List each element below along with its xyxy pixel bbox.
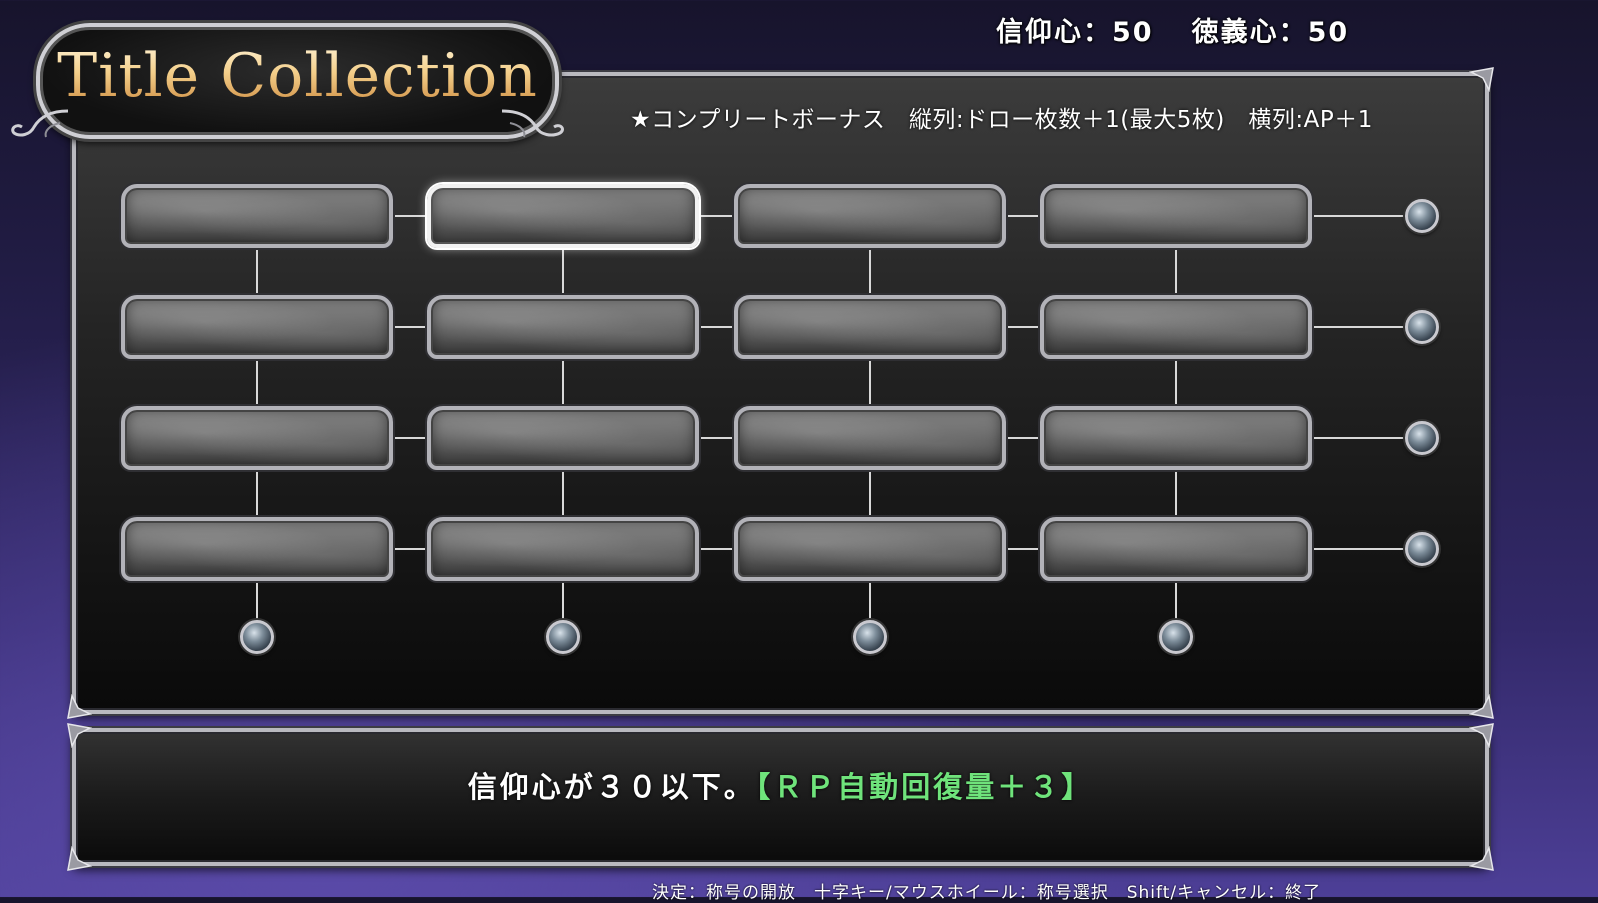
title-slot[interactable] — [1040, 406, 1312, 470]
title-slot[interactable] — [427, 295, 699, 359]
column-connector — [562, 359, 564, 406]
title-slot[interactable] — [734, 184, 1006, 248]
title-slot[interactable] — [121, 406, 393, 470]
controls-help: 決定：称号の開放 十字キー/マウスホイール：称号選択 Shift/キャンセル：終… — [652, 883, 1322, 903]
row-connector — [1006, 548, 1040, 550]
row-connector — [699, 437, 734, 439]
column-bonus-orb-icon — [240, 620, 274, 654]
column-connector — [256, 470, 258, 517]
title-slot[interactable] — [427, 517, 699, 581]
column-bonus-orb-icon — [853, 620, 887, 654]
description-bonus: 【ＲＰ自動回復量＋３】 — [755, 770, 1094, 804]
ornate-corner-icon — [1469, 722, 1495, 748]
row-bonus-orb-icon — [1405, 310, 1439, 344]
row-connector — [1006, 215, 1040, 217]
column-bonus-orb-icon — [546, 620, 580, 654]
row-connector — [699, 326, 734, 328]
ornate-corner-icon — [1469, 846, 1495, 872]
row-bonus-orb-icon — [1405, 421, 1439, 455]
status-readout: 信仰心：50 徳義心：50 — [996, 10, 1349, 49]
row-connector — [393, 326, 427, 328]
ornate-corner-icon — [66, 694, 92, 720]
column-bonus-orb-icon — [1159, 620, 1193, 654]
faith-label: 信仰心： — [996, 17, 1112, 48]
row-connector — [699, 548, 734, 550]
title-slot[interactable] — [121, 184, 393, 248]
column-connector — [256, 581, 258, 620]
row-connector — [393, 437, 427, 439]
description-panel: 信仰心が３０以下。【ＲＰ自動回復量＋３】 — [67, 723, 1494, 871]
row-connector — [1312, 548, 1405, 550]
title-slot[interactable] — [427, 406, 699, 470]
column-connector — [562, 470, 564, 517]
row-connector — [699, 215, 734, 217]
column-connector — [1175, 470, 1177, 517]
row-connector — [1312, 215, 1405, 217]
faith-value: 50 — [1112, 17, 1154, 48]
ornate-corner-icon — [1469, 66, 1495, 92]
title-slot[interactable] — [734, 517, 1006, 581]
row-bonus-orb-icon — [1405, 199, 1439, 233]
row-connector — [1006, 326, 1040, 328]
title-slot[interactable] — [427, 184, 699, 248]
row-connector — [1312, 437, 1405, 439]
row-connector — [393, 215, 427, 217]
title-slot[interactable] — [1040, 184, 1312, 248]
page-title: Title Collection — [40, 41, 555, 111]
column-connector — [869, 248, 871, 295]
column-connector — [256, 248, 258, 295]
title-badge: Title Collection — [36, 23, 559, 139]
column-connector — [256, 359, 258, 406]
column-connector — [562, 248, 564, 295]
column-connector — [1175, 248, 1177, 295]
column-connector — [869, 581, 871, 620]
description-condition: 信仰心が３０以下。 — [467, 770, 756, 804]
ornate-corner-icon — [66, 722, 92, 748]
ornate-corner-icon — [66, 846, 92, 872]
flourish-ornament-icon — [501, 109, 564, 138]
row-bonus-orb-icon — [1405, 532, 1439, 566]
row-connector — [1006, 437, 1040, 439]
column-connector — [869, 359, 871, 406]
column-connector — [1175, 359, 1177, 406]
title-slot[interactable] — [1040, 517, 1312, 581]
title-slot[interactable] — [734, 295, 1006, 359]
title-slot[interactable] — [734, 406, 1006, 470]
complete-bonus-text: ★コンプリートボーナス 縦列:ドロー枚数＋1(最大5枚) 横列:AP＋1 — [630, 107, 1373, 133]
title-grid-panel — [67, 67, 1494, 719]
title-slot[interactable] — [1040, 295, 1312, 359]
row-connector — [1312, 326, 1405, 328]
title-slot[interactable] — [121, 295, 393, 359]
ornate-corner-icon — [1469, 694, 1495, 720]
row-connector — [393, 548, 427, 550]
column-connector — [869, 470, 871, 517]
title-description: 信仰心が３０以下。【ＲＰ自動回復量＋３】 — [76, 764, 1485, 806]
ethics-value: 50 — [1307, 17, 1350, 48]
title-slot[interactable] — [121, 517, 393, 581]
column-connector — [562, 581, 564, 620]
flourish-ornament-icon — [11, 109, 69, 138]
column-connector — [1175, 581, 1177, 620]
ethics-label: 徳義心： — [1191, 17, 1308, 48]
